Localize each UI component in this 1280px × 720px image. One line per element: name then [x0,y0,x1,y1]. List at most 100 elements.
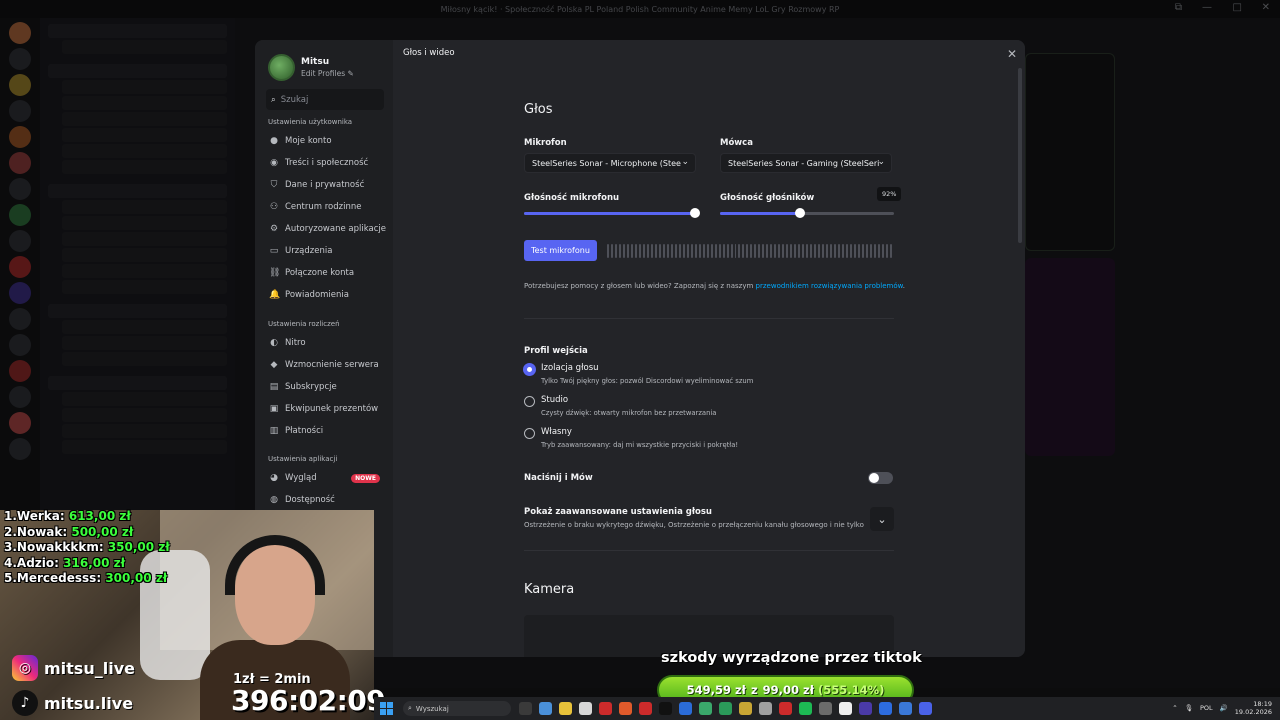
scrollbar[interactable] [1018,68,1022,243]
sidebar-item-nitro[interactable]: ◐ Nitro [266,334,386,352]
divider [524,318,894,319]
taskbar-app-icon[interactable] [579,702,592,715]
option-desc: Tylko Twój piękny głos: pozwól Discordow… [541,377,754,385]
input-profile-option[interactable]: Własny Tryb zaawansowany: daj mi wszystki… [524,427,738,449]
lang-indicator[interactable]: POL [1200,704,1213,712]
accessibility-icon: ◍ [270,495,278,505]
sidebar-item-wygl-d[interactable]: ◕ Wygląd NOWE [266,469,386,487]
push-to-talk-toggle[interactable] [868,472,893,484]
slider-handle[interactable] [795,208,806,218]
gift-icon: ▣ [269,404,279,414]
sidebar-item-po-czone-konta[interactable]: ⛓ Połączone konta [266,264,386,282]
taskbar-app-icon[interactable] [799,702,812,715]
sidebar-item-dane-i-prywatno-[interactable]: ⛉ Dane i prywatność [266,176,386,194]
sidebar-item-label: Centrum rodzinne [285,202,362,212]
sidebar-item-label: Nitro [285,338,306,348]
windows-start-button[interactable] [380,702,393,715]
radio-button[interactable] [524,428,535,439]
taskbar-app-icon[interactable] [719,702,732,715]
speaker-select[interactable]: SteelSeries Sonar - Gaming (SteelSeri ⌄ [720,153,892,173]
sidebar-item-urz-dzenia[interactable]: ▭ Urządzenia [266,242,386,260]
input-profile-option[interactable]: Studio Czysty dźwięk: otwarty mikrofon be… [524,395,716,417]
search-icon: ⌕ [271,94,276,105]
camera-heading: Kamera [524,582,575,597]
sidebar-item-tre-ci-i-spo-eczno-[interactable]: ◉ Treści i społeczność [266,154,386,172]
leaderboard-entry: 3.Nowakkkkm: 350,00 zł [4,540,170,554]
taskbar-app-icon[interactable] [699,702,712,715]
radio-button[interactable] [524,364,535,375]
sidebar-item-autoryzowane-aplikacje[interactable]: ⚙ Autoryzowane aplikacje [266,220,386,238]
nitro-icon: ◐ [270,338,278,348]
taskbar-app-icon[interactable] [559,702,572,715]
test-mic-button[interactable]: Test mikrofonu [524,240,597,261]
instagram-handle: ◎ mitsu_live [12,655,135,681]
sidebar-item-powiadomienia[interactable]: 🔔 Powiadomienia [266,286,386,304]
sidebar-item-label: Moje konto [285,136,332,146]
settings-search-input[interactable]: ⌕ Szukaj [266,89,384,110]
pencil-icon: ✎ [347,69,354,78]
goal-title: szkody wyrządzone przez tiktok [661,650,922,666]
speaker-value: SteelSeries Sonar - Gaming (SteelSeri [728,158,880,168]
leaderboard-entry: 1.Werka: 613,00 zł [4,509,131,523]
sidebar-item-label: Dane i prywatność [285,180,365,190]
mic-volume-label: Głośność mikrofonu [524,193,620,203]
radio-button[interactable] [524,396,535,407]
divider [524,550,894,551]
option-title: Izolacja głosu [541,363,599,373]
edit-profiles-link[interactable]: Edit Profiles ✎ [301,69,354,78]
sidebar-item-wzmocnienie-serwera[interactable]: ◆ Wzmocnienie serwera [266,356,386,374]
taskbar-app-icon[interactable] [639,702,652,715]
family-icon: ⚇ [269,202,279,212]
community-icon: ◉ [270,158,278,168]
mic-volume-slider[interactable] [524,208,700,218]
expand-advanced-button[interactable]: ⌄ [870,507,894,531]
input-profile-option[interactable]: Izolacja głosu Tylko Twój piękny głos: po… [524,363,753,385]
taskbar-app-icon[interactable] [779,702,792,715]
sidebar-item-moje-konto[interactable]: ● Moje konto [266,132,386,150]
sidebar-item-label: Dostępność [285,495,335,505]
taskbar-clock[interactable]: 18:19 19.02.2026 [1235,700,1272,716]
user-settings-heading: Ustawienia użytkownika [268,118,353,126]
app-settings-heading: Ustawienia aplikacji [268,455,338,463]
taskbar-app-icon[interactable] [879,702,892,715]
sidebar-item-centrum-rodzinne[interactable]: ⚇ Centrum rodzinne [266,198,386,216]
sidebar-item-p-atno-ci[interactable]: ▥ Płatności [266,422,386,440]
taskbar-app-icon[interactable] [599,702,612,715]
taskbar-app-icon[interactable] [919,702,932,715]
sidebar-item-subskrypcje[interactable]: ▤ Subskrypcje [266,378,386,396]
taskbar-app-icon[interactable] [739,702,752,715]
taskbar-app-icon[interactable] [619,702,632,715]
taskbar-app-icon[interactable] [659,702,672,715]
slider-handle[interactable] [690,208,700,218]
sidebar-item-dost-pno-[interactable]: ◍ Dostępność [266,491,386,509]
taskbar-app-icon[interactable] [899,702,912,715]
taskbar-app-icon[interactable] [859,702,872,715]
taskbar-app-icon[interactable] [679,702,692,715]
taskbar-app-icon[interactable] [819,702,832,715]
close-settings-button[interactable]: ✕ [1007,47,1017,61]
windows-taskbar: ⌕ Wyszukaj ⌃ 🎙 POL 🔊 18:19 19.02.2026 [374,697,1280,720]
sidebar-item-label: Ekwipunek prezentów [285,404,379,414]
link-icon: ⛓ [269,268,281,278]
sidebar-item-label: Płatności [285,426,324,436]
option-desc: Czysty dźwięk: otwarty mikrofon bez prze… [541,409,717,417]
volume-icon[interactable]: 🔊 [1220,704,1228,712]
devices-icon: ▭ [269,246,279,256]
taskbar-search[interactable]: ⌕ Wyszukaj [403,701,511,716]
chevron-down-icon: ⌄ [681,157,689,167]
troubleshooting-link[interactable]: przewodnikiem rozwiązywania problemów [756,282,903,290]
taskbar-app-icon[interactable] [759,702,772,715]
boost-icon: ◆ [270,360,278,370]
microphone-select[interactable]: SteelSeries Sonar - Microphone (Stee ⌄ [524,153,696,173]
profile-card[interactable]: Mitsu Edit Profiles ✎ [268,54,354,81]
sidebar-item-label: Subskrypcje [285,382,337,392]
microphone-icon[interactable]: 🎙 [1185,704,1193,712]
speaker-volume-slider[interactable] [720,208,894,218]
chevron-up-icon[interactable]: ⌃ [1172,704,1177,712]
taskbar-app-icon[interactable] [519,702,532,715]
taskbar-app-icon[interactable] [539,702,552,715]
sidebar-item-label: Urządzenia [285,246,333,256]
palette-icon: ◕ [270,473,278,483]
taskbar-app-icon[interactable] [839,702,852,715]
sidebar-item-ekwipunek-prezent-w[interactable]: ▣ Ekwipunek prezentów [266,400,386,418]
